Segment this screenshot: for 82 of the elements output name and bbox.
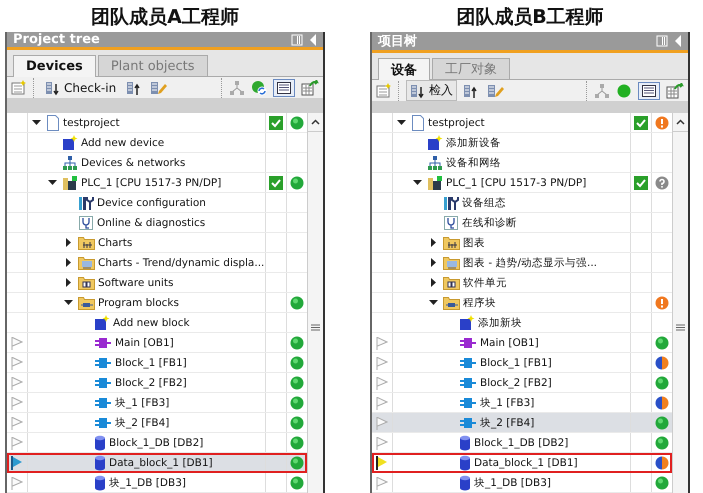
tree-item-label: 程序块 <box>463 296 496 310</box>
tree-item-label: Block_2 [FB2] <box>115 376 187 388</box>
tree-item-label: 图表 - 趋势/动态显示与强... <box>463 256 598 270</box>
tree-item-label: Software units <box>98 276 174 288</box>
check-in-button[interactable]: Check-in <box>41 78 120 98</box>
tree-item-label: Add new device <box>81 136 164 148</box>
tree-item-label: 块_1_DB [DB3] <box>109 476 186 490</box>
tab[interactable]: Devices <box>13 55 96 78</box>
tree-row[interactable]: 块_1 [FB3] <box>7 393 307 413</box>
check-in-button[interactable]: 检入 <box>406 80 457 101</box>
tree-item-label: 图表 <box>463 236 485 250</box>
tree-row[interactable]: 块_2 [FB4] <box>7 413 307 433</box>
tree-row[interactable]: 块_2 [FB4] <box>372 413 672 433</box>
tree-item-label: 块_1 [FB3] <box>115 396 170 410</box>
tree-row[interactable]: Add new block <box>7 313 307 333</box>
tree-item-label: testproject <box>63 116 120 128</box>
tree-row[interactable]: Charts - Trend/dynamic displa... <box>7 253 307 273</box>
tree-item-label: 添加新设备 <box>446 136 501 150</box>
tree-item-label: 软件单元 <box>463 276 507 290</box>
tree-row[interactable]: 块_1_DB [DB3] <box>7 473 307 493</box>
tree-item-label: 在线和诊断 <box>462 216 517 230</box>
tree-row[interactable]: 设备组态 <box>372 193 672 213</box>
tree-row[interactable]: Add new device <box>7 133 307 153</box>
panel-heading: 团队成员A工程师 <box>90 5 240 30</box>
tree-row[interactable]: testproject <box>372 113 672 133</box>
tree-item-label: 块_2 [FB4] <box>480 416 534 430</box>
tree-row[interactable]: Block_2 [FB2] <box>372 373 672 393</box>
tree-row[interactable]: 程序块 <box>372 293 672 313</box>
tree-item-label: Block_1_DB [DB2] <box>109 436 204 448</box>
tree-item-label: 块_1_DB [DB3] <box>474 476 551 490</box>
tree-item-label: Charts - Trend/dynamic displa... <box>98 256 264 268</box>
tree-row[interactable]: Block_1_DB [DB2] <box>372 433 672 453</box>
tree-row[interactable]: Online & diagnostics <box>7 213 307 233</box>
tree-item-label: PLC_1 [CPU 1517-3 PN/DP] <box>446 176 586 188</box>
tree-item-label: Online & diagnostics <box>97 216 206 228</box>
tree-item-label: PLC_1 [CPU 1517-3 PN/DP] <box>81 176 222 188</box>
tree-item-label: Block_1 [FB1] <box>115 356 187 368</box>
tree-row[interactable]: 软件单元 <box>372 273 672 293</box>
panel-title: 项目树 <box>378 33 418 50</box>
tree-row[interactable]: testproject <box>7 113 307 133</box>
highlighted-tree-row[interactable]: Data_block_1 [DB1] <box>7 453 307 473</box>
tree-row[interactable]: Main [OB1] <box>372 333 672 353</box>
tree-row[interactable]: 图表 <box>372 233 672 253</box>
tree-item-label: 块_1 [FB3] <box>480 396 534 410</box>
tree-item-label: testproject <box>428 116 485 128</box>
tree-item-label: 设备和网络 <box>446 156 501 170</box>
tree-item-label: Main [OB1] <box>480 336 539 348</box>
tab[interactable]: 设备 <box>378 58 430 80</box>
tree-row[interactable]: Software units <box>7 273 307 293</box>
tree-item-label: Data_block_1 [DB1] <box>109 456 213 468</box>
tree-row[interactable]: Main [OB1] <box>7 333 307 353</box>
tree-row[interactable]: 块_1_DB [DB3] <box>372 473 672 493</box>
tree-row[interactable]: Devices & networks <box>7 153 307 173</box>
tree-item-label: Add new block <box>113 316 190 328</box>
tree-row[interactable]: PLC_1 [CPU 1517-3 PN/DP] <box>7 173 307 193</box>
tree-item-label: Block_1 [FB1] <box>480 356 552 368</box>
tree-item-label: Block_2 [FB2] <box>480 376 552 388</box>
tree-item-label: 块_2 [FB4] <box>115 416 170 430</box>
tree-item-label: 设备组态 <box>462 196 506 210</box>
tree-row[interactable]: 添加新设备 <box>372 133 672 153</box>
tree-row[interactable]: 添加新块 <box>372 313 672 333</box>
tree-item-label: Data_block_1 [DB1] <box>474 456 578 468</box>
tree-item-label: Main [OB1] <box>115 336 174 348</box>
panel-heading: 团队成员B工程师 <box>455 5 605 30</box>
tree-row[interactable]: 图表 - 趋势/动态显示与强... <box>372 253 672 273</box>
tree-item-label: Charts <box>98 236 132 248</box>
tree-row[interactable]: 在线和诊断 <box>372 213 672 233</box>
tree-row[interactable]: Charts <box>7 233 307 253</box>
tree-row[interactable]: Device configuration <box>7 193 307 213</box>
tree-item-label: Devices & networks <box>81 156 186 168</box>
tree-row[interactable]: Block_2 [FB2] <box>7 373 307 393</box>
tree-item-label: Program blocks <box>98 296 179 308</box>
tree-row[interactable]: Block_1 [FB1] <box>7 353 307 373</box>
tree-item-label: Device configuration <box>97 196 206 208</box>
tree-row[interactable]: 设备和网络 <box>372 153 672 173</box>
panel-title: Project tree <box>13 32 101 48</box>
highlighted-tree-row[interactable]: Data_block_1 [DB1] <box>372 453 672 473</box>
tree-row[interactable]: Program blocks <box>7 293 307 313</box>
tree-item-label: Block_1_DB [DB2] <box>474 436 568 448</box>
tree-row[interactable]: PLC_1 [CPU 1517-3 PN/DP] <box>372 173 672 193</box>
tree-row[interactable]: Block_1 [FB1] <box>372 353 672 373</box>
tree-item-label: 添加新块 <box>478 316 522 330</box>
